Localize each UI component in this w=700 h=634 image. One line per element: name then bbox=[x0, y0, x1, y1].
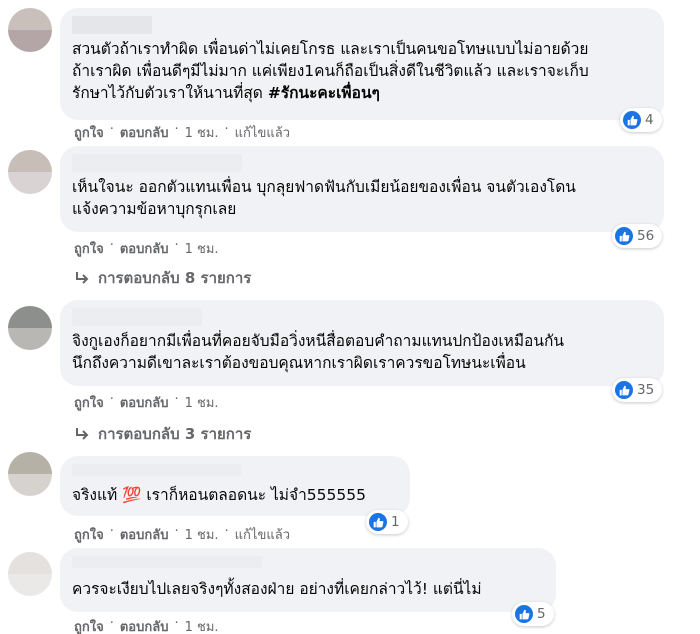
avatar[interactable] bbox=[8, 150, 52, 194]
reaction-summary[interactable]: 56 bbox=[612, 224, 663, 248]
timestamp[interactable]: 1 ชม. bbox=[185, 392, 219, 413]
replies-count-label[interactable]: การตอบกลับ 3 รายการ bbox=[98, 422, 251, 446]
view-replies-link[interactable]: การตอบกลับ 3 รายการ bbox=[74, 422, 251, 446]
like-button[interactable]: ถูกใจ bbox=[74, 238, 104, 259]
timestamp[interactable]: 1 ชม. bbox=[185, 524, 219, 545]
replies-count-label[interactable]: การตอบกลับ 8 รายการ bbox=[98, 266, 251, 290]
comment-text: ควรจะเงียบไปเลยจริงๆทั้งสองฝ่าย อย่างที่… bbox=[72, 580, 482, 598]
reaction-summary[interactable]: 5 bbox=[512, 602, 554, 626]
comment-actions: ถูกใจ · ตอบกลับ · 1 ชม. · แก้ไขแล้ว bbox=[74, 122, 290, 143]
avatar[interactable] bbox=[8, 552, 52, 596]
avatar[interactable] bbox=[8, 8, 52, 52]
edited-label[interactable]: แก้ไขแล้ว bbox=[235, 122, 290, 143]
like-icon bbox=[515, 605, 533, 623]
redacted-author-name[interactable] bbox=[72, 308, 202, 326]
reaction-count: 5 bbox=[537, 606, 546, 622]
reaction-count: 56 bbox=[637, 228, 655, 244]
like-button[interactable]: ถูกใจ bbox=[74, 524, 104, 545]
hundred-points-emoji: 💯 bbox=[122, 486, 142, 504]
like-icon bbox=[623, 111, 641, 129]
edited-label[interactable]: แก้ไขแล้ว bbox=[235, 524, 290, 545]
reaction-count: 35 bbox=[637, 382, 655, 398]
comment-bubble: จิงกูเองก็อยากมีเพื่อนที่คอยจับมือวิ่งหน… bbox=[60, 300, 664, 386]
comment-text: จิงกูเองก็อยากมีเพื่อนที่คอยจับมือวิ่งหน… bbox=[72, 332, 564, 372]
redacted-author-name[interactable] bbox=[72, 464, 242, 476]
reaction-summary[interactable]: 35 bbox=[612, 378, 663, 402]
reaction-summary[interactable]: 1 bbox=[366, 510, 408, 534]
reply-button[interactable]: ตอบกลับ bbox=[120, 392, 169, 413]
like-icon bbox=[369, 513, 387, 531]
avatar[interactable] bbox=[8, 452, 52, 496]
comment-bubble: เห็นใจนะ ออกตัวแทนเพื่อน บุกลุยฟาดฟันกับ… bbox=[60, 146, 664, 232]
avatar[interactable] bbox=[8, 306, 52, 350]
comment-text: จริงแท้ 💯 เราก็หอนตลอดนะ ไม่จำ555555 bbox=[72, 486, 366, 504]
comment-actions: ถูกใจ · ตอบกลับ · 1 ชม. bbox=[74, 392, 219, 413]
view-replies-link[interactable]: การตอบกลับ 8 รายการ bbox=[74, 266, 251, 290]
comment-text: สวนตัวถ้าเราทำผิด เพื่อนด่าไม่เคยโกรธ แล… bbox=[72, 40, 589, 102]
like-button[interactable]: ถูกใจ bbox=[74, 122, 104, 143]
reply-button[interactable]: ตอบกลับ bbox=[120, 616, 169, 634]
reaction-summary[interactable]: 4 bbox=[620, 108, 662, 132]
like-button[interactable]: ถูกใจ bbox=[74, 616, 104, 634]
redacted-author-name[interactable] bbox=[72, 16, 152, 34]
comment-actions: ถูกใจ · ตอบกลับ · 1 ชม. bbox=[74, 616, 219, 634]
comment-bubble: ควรจะเงียบไปเลยจริงๆทั้งสองฝ่าย อย่างที่… bbox=[60, 548, 556, 612]
reaction-count: 4 bbox=[645, 112, 654, 128]
reply-arrow-icon bbox=[76, 428, 89, 440]
timestamp[interactable]: 1 ชม. bbox=[185, 616, 219, 634]
redacted-author-name[interactable] bbox=[72, 154, 242, 172]
reply-button[interactable]: ตอบกลับ bbox=[120, 122, 169, 143]
reply-button[interactable]: ตอบกลับ bbox=[120, 238, 169, 259]
hashtag-link[interactable]: #รักนะคะเพื่อนๆ bbox=[268, 84, 380, 102]
like-button[interactable]: ถูกใจ bbox=[74, 392, 104, 413]
comment-actions: ถูกใจ · ตอบกลับ · 1 ชม. bbox=[74, 238, 219, 259]
comment-actions: ถูกใจ · ตอบกลับ · 1 ชม. · แก้ไขแล้ว bbox=[74, 524, 290, 545]
comment-text: เห็นใจนะ ออกตัวแทนเพื่อน บุกลุยฟาดฟันกับ… bbox=[72, 178, 576, 218]
redacted-author-name[interactable] bbox=[72, 556, 262, 568]
reply-arrow-icon bbox=[76, 272, 89, 284]
comment-bubble: สวนตัวถ้าเราทำผิด เพื่อนด่าไม่เคยโกรธ แล… bbox=[60, 8, 664, 120]
timestamp[interactable]: 1 ชม. bbox=[185, 238, 219, 259]
like-icon bbox=[615, 227, 633, 245]
reply-button[interactable]: ตอบกลับ bbox=[120, 524, 169, 545]
reaction-count: 1 bbox=[391, 514, 400, 530]
comment-bubble: จริงแท้ 💯 เราก็หอนตลอดนะ ไม่จำ555555 bbox=[60, 456, 410, 516]
timestamp[interactable]: 1 ชม. bbox=[185, 122, 219, 143]
like-icon bbox=[615, 381, 633, 399]
